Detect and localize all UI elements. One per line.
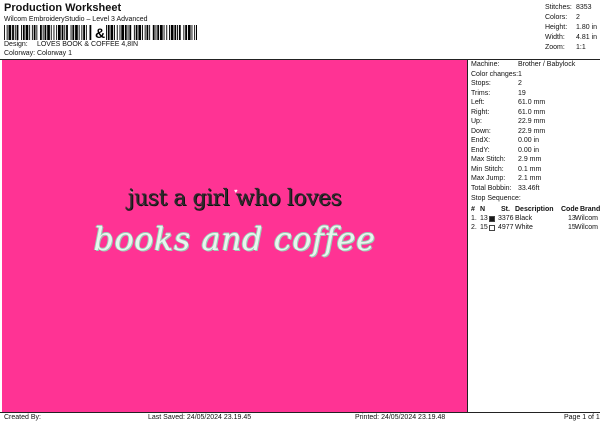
info-endx: EndX: 0.00 in bbox=[471, 137, 540, 144]
colorway-label: Colorway: bbox=[4, 50, 36, 57]
last-saved: Last Saved: 24/05/2024 23.19.45 bbox=[148, 414, 252, 421]
stat-width: Width: 4.81 in bbox=[545, 34, 598, 41]
page-title: Production Worksheet bbox=[4, 2, 122, 14]
info-max-stitch: Max Stitch: 2.9 mm bbox=[471, 156, 542, 163]
stat-colors: Colors: 2 bbox=[545, 14, 580, 21]
machine-info-panel: Machine: Brother / Babylock Color changes… bbox=[467, 60, 600, 412]
color-swatch bbox=[489, 225, 495, 231]
info-total-bobbin: Total Bobbin: 33.46ft bbox=[471, 184, 540, 192]
printed-date: Printed: 24/05/2024 23.19.48 bbox=[355, 414, 446, 421]
design-label: Design: bbox=[4, 41, 28, 48]
info-left: Left: 61.0 mm bbox=[471, 99, 546, 106]
info-machine: Machine: Brother / Babylock bbox=[471, 61, 576, 68]
stat-zoom: Zoom: 1:1 bbox=[545, 44, 586, 51]
stop-sequence-title: Stop Sequence: bbox=[471, 195, 521, 202]
info-down: Down: 22.9 mm bbox=[471, 127, 546, 135]
colorway-value: Colorway 1 bbox=[36, 50, 72, 57]
info-max-jump: Max Jump: 2.1 mm bbox=[471, 175, 542, 182]
info-trims: Trims: 19 bbox=[471, 89, 526, 97]
info-up: Up: 22.9 mm bbox=[471, 118, 546, 125]
stat-stitches: Stitches: 8353 bbox=[545, 4, 592, 11]
software-subtitle: Wilcom EmbroideryStudio – Level 3 Advanc… bbox=[4, 16, 148, 23]
info-min-stitch: Min Stitch: 0.1 mm bbox=[471, 165, 542, 173]
colorway-row: Colorway: Colorway 1 bbox=[4, 50, 72, 57]
design-preview-canvas: ♥ ♥ just a girl who loves books and coff… bbox=[2, 60, 467, 412]
info-endy: EndY: 0.00 in bbox=[471, 146, 540, 154]
page-number: Page 1 of 1 bbox=[564, 414, 600, 421]
design-stats: Stitches: 8353 Colors: 2 Height: 1.80 in Wi… bbox=[545, 3, 597, 53]
color-swatch bbox=[489, 216, 495, 222]
design-value: LOVES BOOK & COFFEE 4,8IN bbox=[36, 41, 139, 48]
info-stops: Stops: 2 bbox=[471, 80, 522, 87]
design-row: Design: LOVES BOOK & COFFEE 4,8IN bbox=[4, 41, 138, 48]
info-color-changes: Color changes:1 bbox=[471, 70, 522, 78]
barcode: & bbox=[4, 25, 197, 40]
stat-height: Height: 1.80 in bbox=[545, 24, 598, 31]
info-right: Right: 61.0 mm bbox=[471, 108, 546, 116]
embroidery-text-line1: just a girl who loves bbox=[127, 186, 342, 211]
created-by: Created By: bbox=[4, 414, 41, 421]
footer: Created By: Last Saved: 24/05/2024 23.19… bbox=[0, 413, 600, 424]
barcode-glyph: & bbox=[95, 25, 105, 40]
embroidery-text-line2: books and coffee bbox=[93, 220, 376, 258]
